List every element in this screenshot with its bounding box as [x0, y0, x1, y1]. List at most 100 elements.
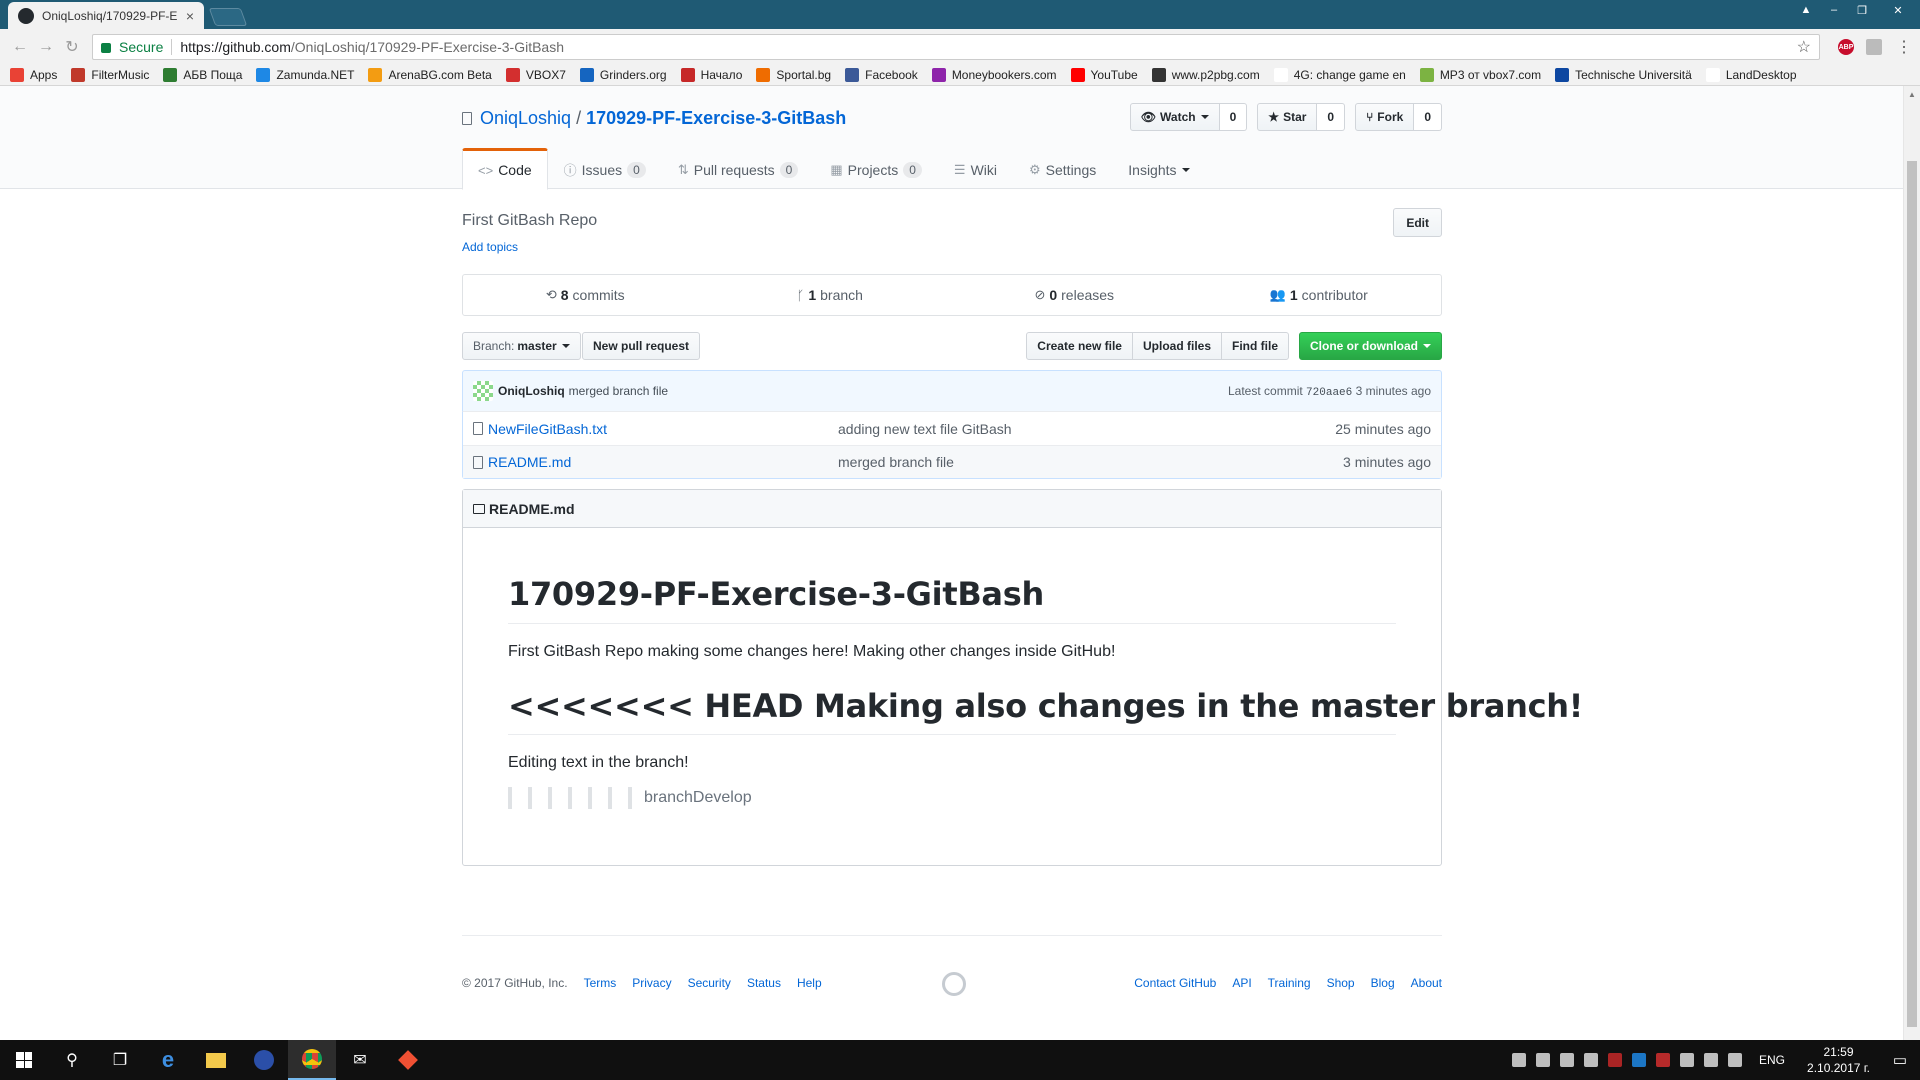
create-new-file-button[interactable]: Create new file: [1026, 332, 1133, 360]
restore-icon[interactable]: ❐: [1848, 0, 1876, 20]
bookmark-favicon-icon: [163, 68, 178, 82]
user-icon[interactable]: ▲: [1792, 0, 1820, 20]
tray-icon[interactable]: [1536, 1053, 1551, 1067]
browser-tab-active[interactable]: OniqLoshiq/170929-PF-E ×: [8, 2, 204, 29]
tray-icon[interactable]: [1608, 1053, 1623, 1067]
table-row: README.md merged branch file 3 minutes ago: [463, 445, 1441, 478]
new-pull-request-button[interactable]: New pull request: [582, 332, 701, 360]
bookmark-item[interactable]: Facebook: [845, 68, 918, 82]
scroll-up-icon[interactable]: ▲: [1908, 90, 1916, 99]
task-view-icon: ❐: [112, 1052, 128, 1069]
address-bar[interactable]: Secure https://github.com/OniqLoshiq/170…: [92, 34, 1820, 60]
tray-icon[interactable]: [1512, 1053, 1527, 1067]
commit-message[interactable]: merged branch file: [569, 384, 668, 398]
footer-link-status[interactable]: Status: [747, 976, 781, 990]
bookmark-favicon-icon: [931, 68, 946, 82]
file-name-link[interactable]: NewFileGitBash.txt: [488, 421, 838, 437]
bookmark-item[interactable]: ArenaBG.com Beta: [368, 68, 492, 82]
bookmark-item[interactable]: Grinders.org: [579, 68, 667, 82]
firefox-taskbar-item[interactable]: [240, 1040, 288, 1080]
search-button[interactable]: ⚲: [48, 1040, 96, 1080]
bookmark-item[interactable]: LandDesktop: [1705, 68, 1797, 82]
bookmark-item[interactable]: VBOX7: [505, 68, 566, 82]
readme-header: README.md: [463, 490, 1441, 528]
quote-bar: [568, 787, 572, 809]
bookmark-item[interactable]: Apps: [10, 68, 57, 82]
bookmark-item[interactable]: АБВ Поща: [163, 68, 242, 82]
bookmark-item[interactable]: Sportal.bg: [756, 68, 831, 82]
summary-count: 8: [560, 287, 569, 303]
bookmark-item[interactable]: Moneybookers.com: [931, 68, 1057, 82]
back-icon[interactable]: ←: [8, 35, 32, 59]
bookmark-item[interactable]: FilterMusic: [71, 68, 149, 82]
page-scrollbar[interactable]: ▲: [1903, 86, 1920, 1040]
wifi-icon[interactable]: [1704, 1053, 1719, 1067]
file-commit-message[interactable]: adding new text file GitBash: [838, 421, 1258, 437]
commit-author[interactable]: OniqLoshiq: [498, 384, 565, 398]
bookmark-item[interactable]: 4G: change game en: [1273, 68, 1406, 82]
task-view-button[interactable]: ❐: [96, 1040, 144, 1080]
tray-icon[interactable]: [1560, 1053, 1575, 1067]
clone-or-download-button[interactable]: Clone or download: [1299, 332, 1442, 360]
url-path: /OniqLoshiq/170929-PF-Exercise-3-GitBash: [290, 39, 565, 55]
adblock-extension-icon[interactable]: ABP: [1838, 39, 1854, 55]
mail-taskbar-item[interactable]: ✉: [336, 1040, 384, 1080]
volume-icon[interactable]: [1728, 1053, 1743, 1067]
footer-link-blog[interactable]: Blog: [1371, 976, 1395, 990]
tray-icon[interactable]: [1584, 1053, 1599, 1067]
file-commit-message[interactable]: merged branch file: [838, 454, 1258, 470]
summary-branch[interactable]: ᚴ 1 branch: [708, 275, 953, 315]
commit-sha[interactable]: 720aae6: [1306, 387, 1352, 399]
github-mark-icon[interactable]: [942, 972, 966, 996]
minimize-icon[interactable]: –: [1820, 0, 1848, 20]
bookmark-label: Sportal.bg: [776, 68, 832, 82]
bookmark-item[interactable]: Zamunda.NET: [256, 68, 354, 82]
upload-files-button[interactable]: Upload files: [1131, 332, 1222, 360]
footer-link-training[interactable]: Training: [1268, 976, 1311, 990]
bookmark-item[interactable]: MP3 от vbox7.com: [1419, 68, 1541, 82]
forward-icon[interactable]: →: [34, 35, 58, 59]
extension-icon[interactable]: [1866, 39, 1882, 55]
readme-paragraph: Editing text in the branch!: [508, 754, 689, 771]
add-topics-link[interactable]: Add topics: [462, 240, 518, 254]
file-name-link[interactable]: README.md: [488, 454, 838, 470]
avatar[interactable]: [473, 381, 493, 401]
tab-close-icon[interactable]: ×: [186, 8, 194, 24]
footer-link-shop[interactable]: Shop: [1327, 976, 1355, 990]
edge-taskbar-item[interactable]: e: [144, 1040, 192, 1080]
git-taskbar-item[interactable]: [384, 1040, 432, 1080]
footer-link-contact-github[interactable]: Contact GitHub: [1134, 976, 1216, 990]
tray-icon[interactable]: [1632, 1053, 1647, 1067]
explorer-taskbar-item[interactable]: [192, 1040, 240, 1080]
scrollbar-thumb[interactable]: [1907, 161, 1917, 1027]
notifications-icon[interactable]: ▭: [1880, 1040, 1920, 1080]
bookmark-item[interactable]: YouTube: [1070, 68, 1138, 82]
close-window-icon[interactable]: ✕: [1876, 0, 1920, 20]
bookmark-star-icon[interactable]: ☆: [1797, 37, 1811, 57]
reload-icon[interactable]: ↻: [60, 35, 84, 59]
tray-icon[interactable]: [1656, 1053, 1671, 1067]
footer-link-terms[interactable]: Terms: [584, 976, 617, 990]
summary-contributor[interactable]: 👥 1 contributor: [1197, 275, 1442, 315]
footer-link-security[interactable]: Security: [688, 976, 731, 990]
edit-description-button[interactable]: Edit: [1393, 208, 1442, 237]
branch-select-button[interactable]: Branch: master: [462, 332, 581, 360]
footer-link-about[interactable]: About: [1411, 976, 1442, 990]
tray-icon[interactable]: [1680, 1053, 1695, 1067]
start-button[interactable]: [0, 1040, 48, 1080]
chrome-taskbar-item[interactable]: [288, 1040, 336, 1080]
clock[interactable]: 21:59 2.10.2017 г.: [1807, 1044, 1870, 1076]
footer-link-api[interactable]: API: [1232, 976, 1251, 990]
summary-commits[interactable]: ⟲ 8 commits: [463, 275, 708, 315]
summary-releases[interactable]: ⊘ 0 releases: [952, 275, 1197, 315]
footer-link-help[interactable]: Help: [797, 976, 822, 990]
footer-link-privacy[interactable]: Privacy: [632, 976, 671, 990]
new-tab-button[interactable]: [208, 8, 248, 26]
find-file-button[interactable]: Find file: [1221, 332, 1289, 360]
bookmark-item[interactable]: Technische Universitä: [1555, 68, 1692, 82]
bookmark-item[interactable]: www.p2pbg.com: [1151, 68, 1260, 82]
bookmark-item[interactable]: Начало: [680, 68, 742, 82]
browser-menu-icon[interactable]: ⋮: [1896, 37, 1912, 57]
file-navigation: Branch: master New pull request Create n…: [462, 332, 1442, 360]
language-indicator[interactable]: ENG: [1759, 1053, 1785, 1067]
